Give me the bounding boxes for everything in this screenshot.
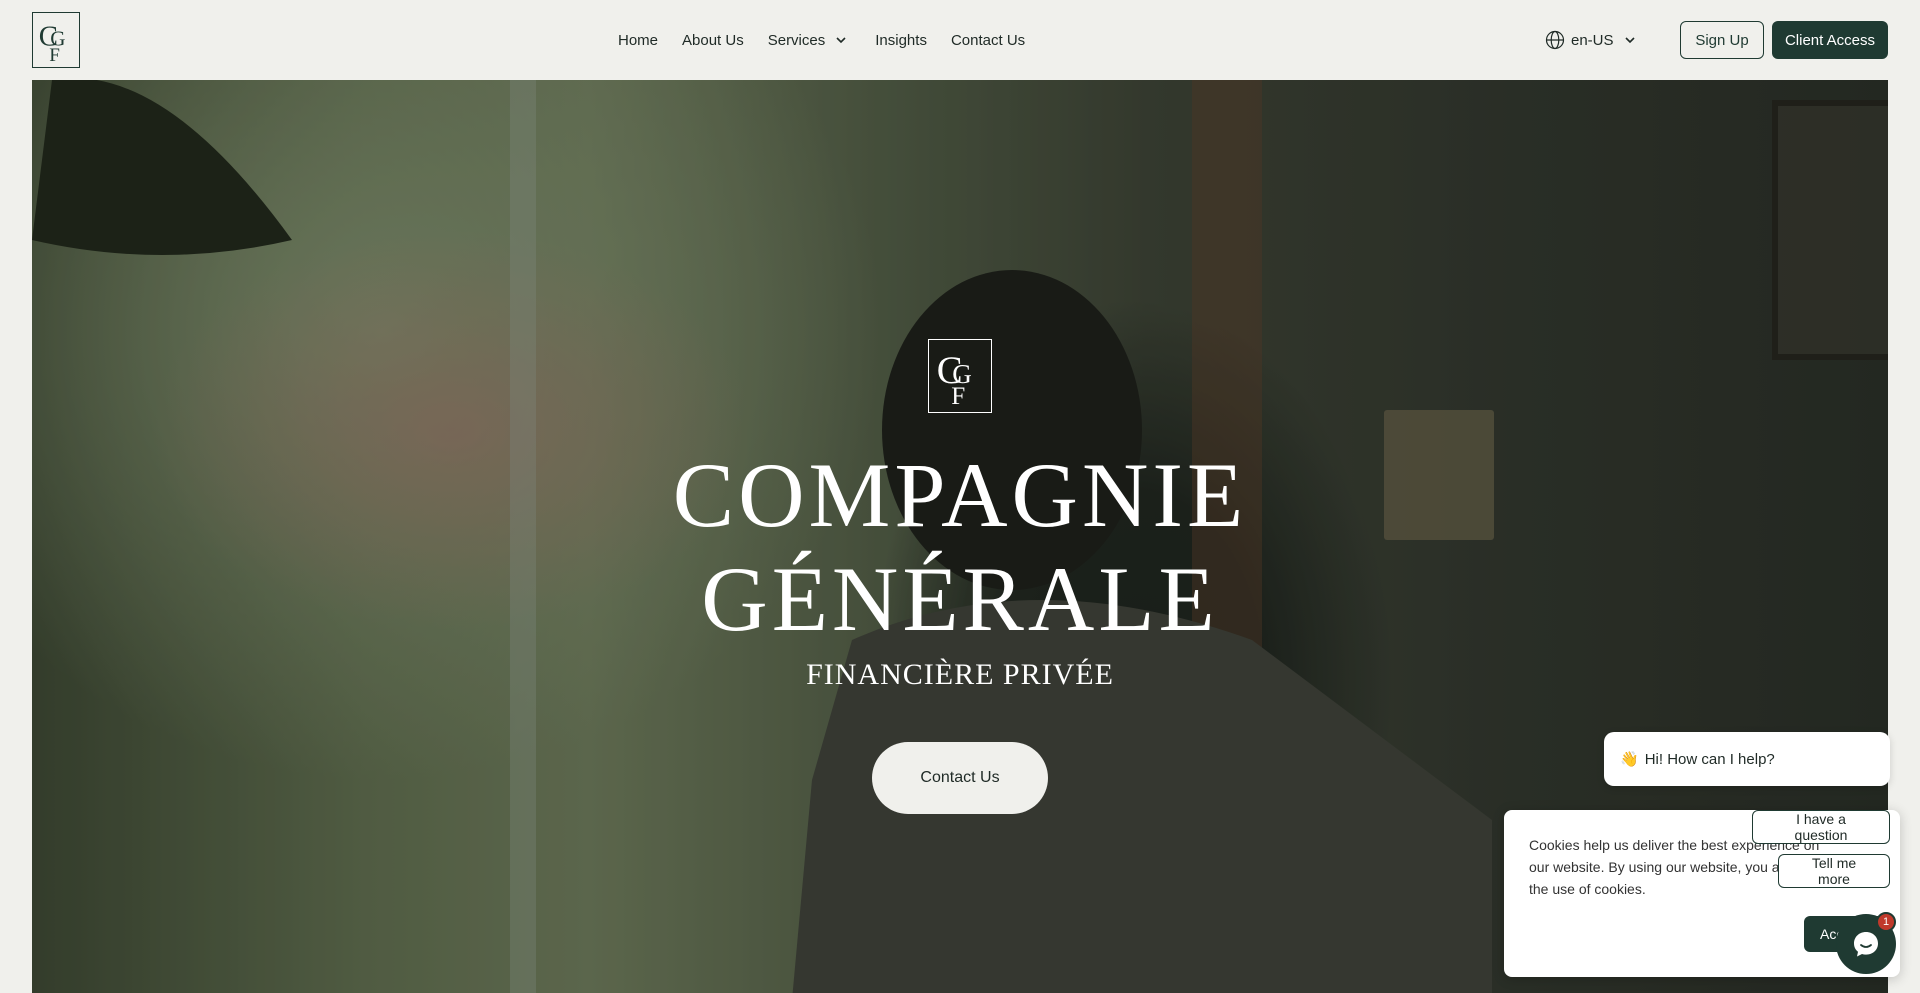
chat-icon (1854, 932, 1878, 957)
svg-text:F: F (951, 383, 965, 410)
chat-greeting-bubble[interactable]: 👋 Hi! How can I help? (1604, 732, 1890, 786)
site-header: C G F Home About Us Services Insights Co… (0, 0, 1920, 80)
quick-reply-question[interactable]: I have a question (1752, 810, 1890, 844)
chevron-down-icon (836, 37, 846, 44)
sign-up-button[interactable]: Sign Up (1680, 21, 1764, 59)
chevron-down-icon (1624, 37, 1635, 44)
hero-logo: C G F (928, 339, 992, 413)
cgf-monogram-icon: C G F (39, 21, 66, 66)
nav-about-us[interactable]: About Us (682, 32, 744, 49)
hero-subtitle: FINANCIÈRE PRIVÉE (806, 658, 1114, 691)
nav-services[interactable]: Services (768, 32, 848, 49)
language-selector[interactable]: en-US (1545, 0, 1636, 80)
svg-text:F: F (49, 45, 60, 66)
nav-insights[interactable]: Insights (875, 32, 927, 49)
cgf-monogram-icon: C G F (937, 349, 972, 410)
globe-icon (1545, 30, 1565, 50)
brand-logo[interactable]: C G F (32, 12, 80, 68)
wave-emoji-icon: 👋 (1620, 751, 1639, 768)
nav-contact-us[interactable]: Contact Us (951, 32, 1025, 49)
quick-reply-tell-more[interactable]: Tell me more (1778, 854, 1890, 888)
main-nav: Home About Us Services Insights Contact … (618, 0, 1049, 80)
chat-greeting-text: Hi! How can I help? (1644, 750, 1775, 768)
client-access-button[interactable]: Client Access (1772, 21, 1888, 59)
hero-contact-button[interactable]: Contact Us (872, 742, 1048, 814)
chat-unread-badge: 1 (1876, 912, 1896, 932)
hero-title-line2: GÉNÉRALE (701, 548, 1219, 650)
nav-services-label: Services (767, 31, 826, 49)
language-label: en-US (1571, 31, 1614, 49)
hero-title-line1: COMPAGNIE (672, 444, 1248, 546)
nav-home[interactable]: Home (618, 32, 658, 49)
